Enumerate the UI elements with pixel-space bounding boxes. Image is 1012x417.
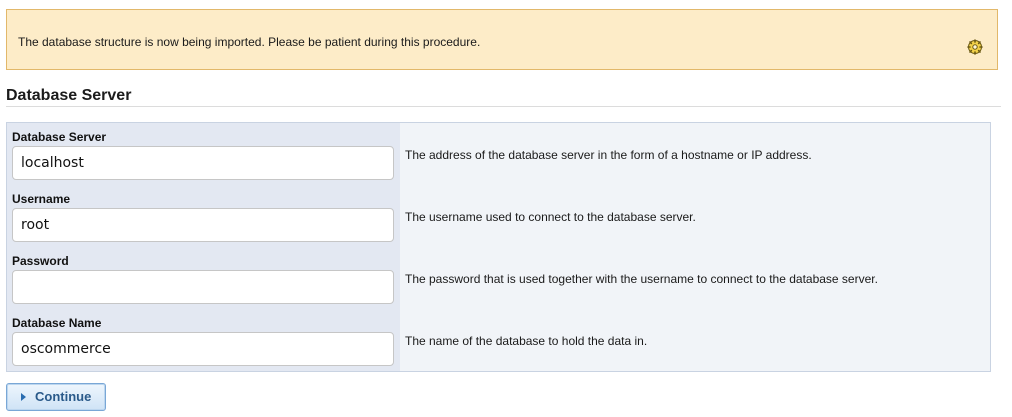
database-name-label: Database Name xyxy=(12,316,102,330)
section-title: Database Server xyxy=(6,87,132,104)
loading-gear-icon xyxy=(967,39,983,55)
database-server-description: The address of the database server in th… xyxy=(405,148,812,162)
section-divider xyxy=(6,106,1001,107)
username-description: The username used to connect to the data… xyxy=(405,210,696,224)
password-description: The password that is used together with … xyxy=(405,272,878,286)
notice-message: The database structure is now being impo… xyxy=(18,35,481,49)
database-server-input[interactable] xyxy=(12,146,394,180)
password-label: Password xyxy=(12,254,69,268)
password-input[interactable] xyxy=(12,270,394,304)
database-server-form: Database Server The address of the datab… xyxy=(6,122,991,372)
database-name-description: The name of the database to hold the dat… xyxy=(405,334,648,348)
continue-button-label: Continue xyxy=(35,389,92,404)
database-name-input[interactable] xyxy=(12,332,394,366)
username-input[interactable] xyxy=(12,208,394,242)
username-label: Username xyxy=(12,192,71,206)
triangle-right-icon xyxy=(21,393,26,401)
status-notice: The database structure is now being impo… xyxy=(6,9,998,70)
continue-button[interactable]: Continue xyxy=(6,383,106,411)
database-server-label: Database Server xyxy=(12,130,107,144)
